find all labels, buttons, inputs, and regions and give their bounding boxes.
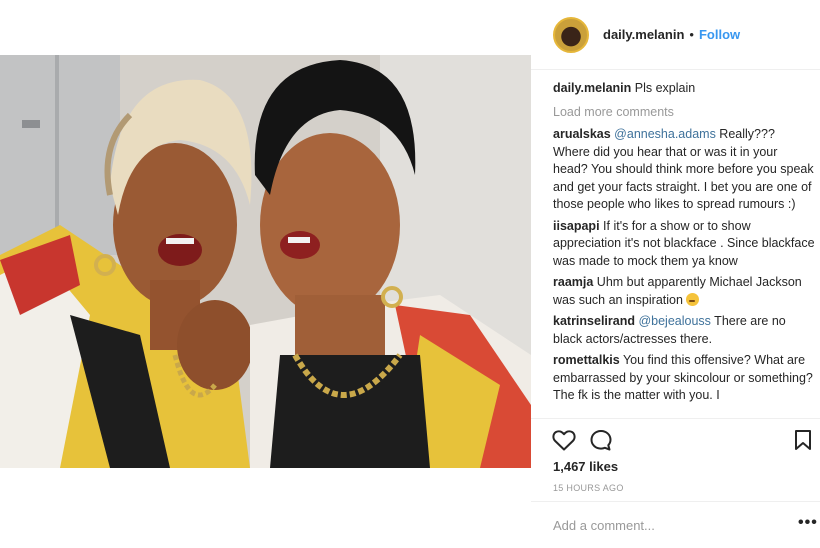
post-header: daily.melanin • Follow xyxy=(531,0,820,70)
load-more-comments-button[interactable]: Load more comments xyxy=(553,104,815,122)
heart-icon[interactable] xyxy=(552,429,576,456)
speech-bubble-icon[interactable] xyxy=(589,429,613,456)
avatar[interactable] xyxy=(553,16,589,53)
comments-list[interactable]: daily.melanin Pls explain Load more comm… xyxy=(553,80,815,416)
comment-username[interactable]: katrinselirand xyxy=(553,314,635,328)
comment-username[interactable]: raamja xyxy=(553,275,593,289)
header-username[interactable]: daily.melanin xyxy=(603,27,684,42)
caption-text: Pls explain xyxy=(634,81,696,95)
add-comment-section: ••• xyxy=(531,501,820,548)
comment-item: romettalkis You find this offensive? Wha… xyxy=(553,352,815,405)
caption-username[interactable]: daily.melanin xyxy=(553,81,631,95)
comment-item: katrinselirand @bejealouss There are no … xyxy=(553,313,815,348)
post-photo[interactable] xyxy=(0,55,531,468)
comment-mention[interactable]: @annesha.adams xyxy=(614,127,716,141)
post-caption: daily.melanin Pls explain xyxy=(553,80,815,98)
comment-item: raamja Uhm but apparently Michael Jackso… xyxy=(553,274,815,309)
follow-button[interactable]: Follow xyxy=(699,27,740,42)
comment-mention[interactable]: @bejealouss xyxy=(638,314,710,328)
bookmark-icon[interactable] xyxy=(794,429,812,456)
comment-username[interactable]: romettalkis xyxy=(553,353,620,367)
more-options-icon[interactable]: ••• xyxy=(798,514,818,532)
post-actions: 1,467 likes 15 HOURS AGO ••• xyxy=(531,418,820,548)
thinking-face-icon xyxy=(686,292,700,306)
likes-count[interactable]: 1,467 likes xyxy=(553,459,618,474)
comment-username[interactable]: arualskas xyxy=(553,127,611,141)
post-timestamp: 15 HOURS AGO xyxy=(553,483,624,493)
post-side-panel: daily.melanin • Follow daily.melanin Pls… xyxy=(531,0,820,548)
comment-username[interactable]: iisapapi xyxy=(553,219,600,233)
comment-item: arualskas @annesha.adams Really??? Where… xyxy=(553,126,815,214)
add-comment-input[interactable] xyxy=(553,518,773,533)
comment-item: iisapapi If it's for a show or to show a… xyxy=(553,218,815,271)
header-separator: • xyxy=(689,27,694,42)
